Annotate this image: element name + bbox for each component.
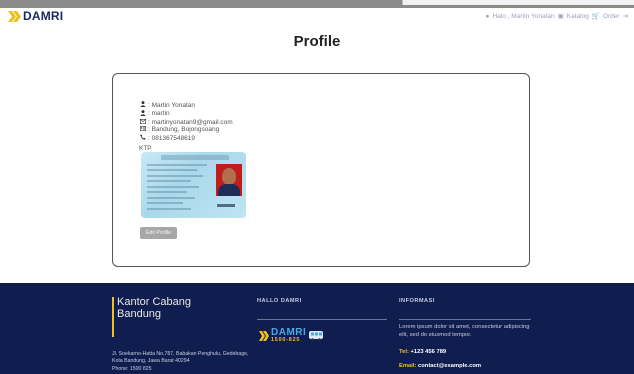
damri-logo-text: DAMRI	[271, 327, 307, 338]
hallo-damri-divider	[257, 319, 387, 320]
profile-phone: : 081367548619	[148, 134, 195, 142]
office-name: Kantor Cabang Bandung	[117, 296, 191, 320]
hallo-damri-heading: HALLO DAMRI	[257, 298, 302, 304]
informasi-divider	[399, 319, 531, 320]
nav-katalog-link[interactable]: Katalog	[567, 13, 589, 20]
profile-email-row: : martinyonatan9@gmail.com	[139, 119, 233, 127]
user-circle-icon: ●	[485, 12, 490, 20]
profile-address-row: : Bandung, Bojongsoang	[139, 126, 233, 134]
address-card-icon	[139, 126, 146, 134]
page-title: Profile	[293, 33, 341, 50]
email-label: Email:	[399, 363, 417, 369]
catalog-icon: ▣	[557, 13, 564, 20]
ktp-shirt	[218, 184, 240, 196]
damri-logo-words: DAMRI 1500-825	[271, 327, 307, 344]
footer-email: Email: contact@example.com	[399, 363, 481, 369]
ktp-text-line	[147, 202, 183, 204]
ktp-photo	[216, 164, 242, 196]
profile-phone-row: : 081367548619	[139, 134, 233, 143]
informasi-text: Lorem ipsum dolor sit amet, consectetur …	[399, 324, 530, 338]
tel-value[interactable]: +123 456 789	[411, 349, 447, 355]
ktp-text-line	[147, 175, 203, 177]
email-value[interactable]: contact@example.com	[418, 363, 481, 369]
envelope-icon	[139, 118, 146, 127]
ktp-header-line	[161, 155, 229, 160]
phone-icon	[139, 134, 146, 143]
informasi-heading: INFORMASI	[399, 298, 435, 304]
profile-name-row: : Martin Yonatan	[139, 101, 233, 110]
nav-greeting[interactable]: Halo , Martin Yonatan	[492, 13, 554, 20]
user-icon	[139, 101, 146, 110]
profile-email: : martinyonatan9@gmail.com	[148, 118, 233, 126]
damri-footer-logo: DAMRI 1500-825	[259, 328, 324, 343]
office-phone: Phone: 1500 825	[112, 365, 152, 372]
profile-username-row: : martin	[139, 109, 233, 119]
ktp-text-line	[147, 169, 197, 171]
ktp-card-image	[141, 152, 246, 218]
nav-order-link[interactable]: Order	[603, 13, 620, 20]
bus-icon	[309, 331, 324, 341]
top-strip-panel	[402, 0, 634, 5]
ktp-text-line	[147, 197, 195, 199]
office-address: Jl. Soekarno-Hatta No.787, Babakan Pengh…	[112, 351, 252, 373]
ktp-face	[222, 168, 236, 185]
office-address-text: Jl. Soekarno-Hatta No.787, Babakan Pengh…	[112, 351, 249, 365]
brand-name: DAMRI	[23, 9, 64, 23]
chevron-logo-icon	[259, 330, 269, 341]
profile-username: : martin	[148, 110, 170, 118]
chevron-logo-icon	[8, 10, 21, 22]
logout-icon[interactable]: ⇥	[623, 12, 628, 20]
ktp-text-line	[147, 186, 199, 188]
profile-address: : Bandung, Bojongsoang	[148, 126, 220, 134]
edit-profile-button[interactable]: Edit Profile	[140, 227, 177, 239]
ktp-text-line	[147, 180, 191, 182]
ktp-text-line	[147, 164, 207, 166]
ktp-text-line	[147, 208, 191, 210]
nav-menu: ● Halo , Martin Yonatan ▣ Katalog 🛒 Orde…	[485, 12, 628, 21]
ktp-signature	[217, 204, 235, 207]
tel-label: Tel:	[399, 349, 409, 355]
footer-tel: Tel: +123 456 789	[399, 349, 446, 355]
profile-info: : Martin Yonatan : martin : martinyonata…	[139, 101, 233, 143]
ktp-label: KTP	[139, 145, 152, 152]
profile-card: : Martin Yonatan : martin : martinyonata…	[112, 73, 530, 267]
office-accent-bar	[112, 297, 114, 337]
user-icon	[139, 109, 146, 119]
profile-full-name: : Martin Yonatan	[148, 101, 195, 109]
cart-icon: 🛒	[591, 13, 600, 20]
brand-logo[interactable]: DAMRI	[8, 9, 63, 23]
ktp-text-line	[147, 191, 187, 193]
